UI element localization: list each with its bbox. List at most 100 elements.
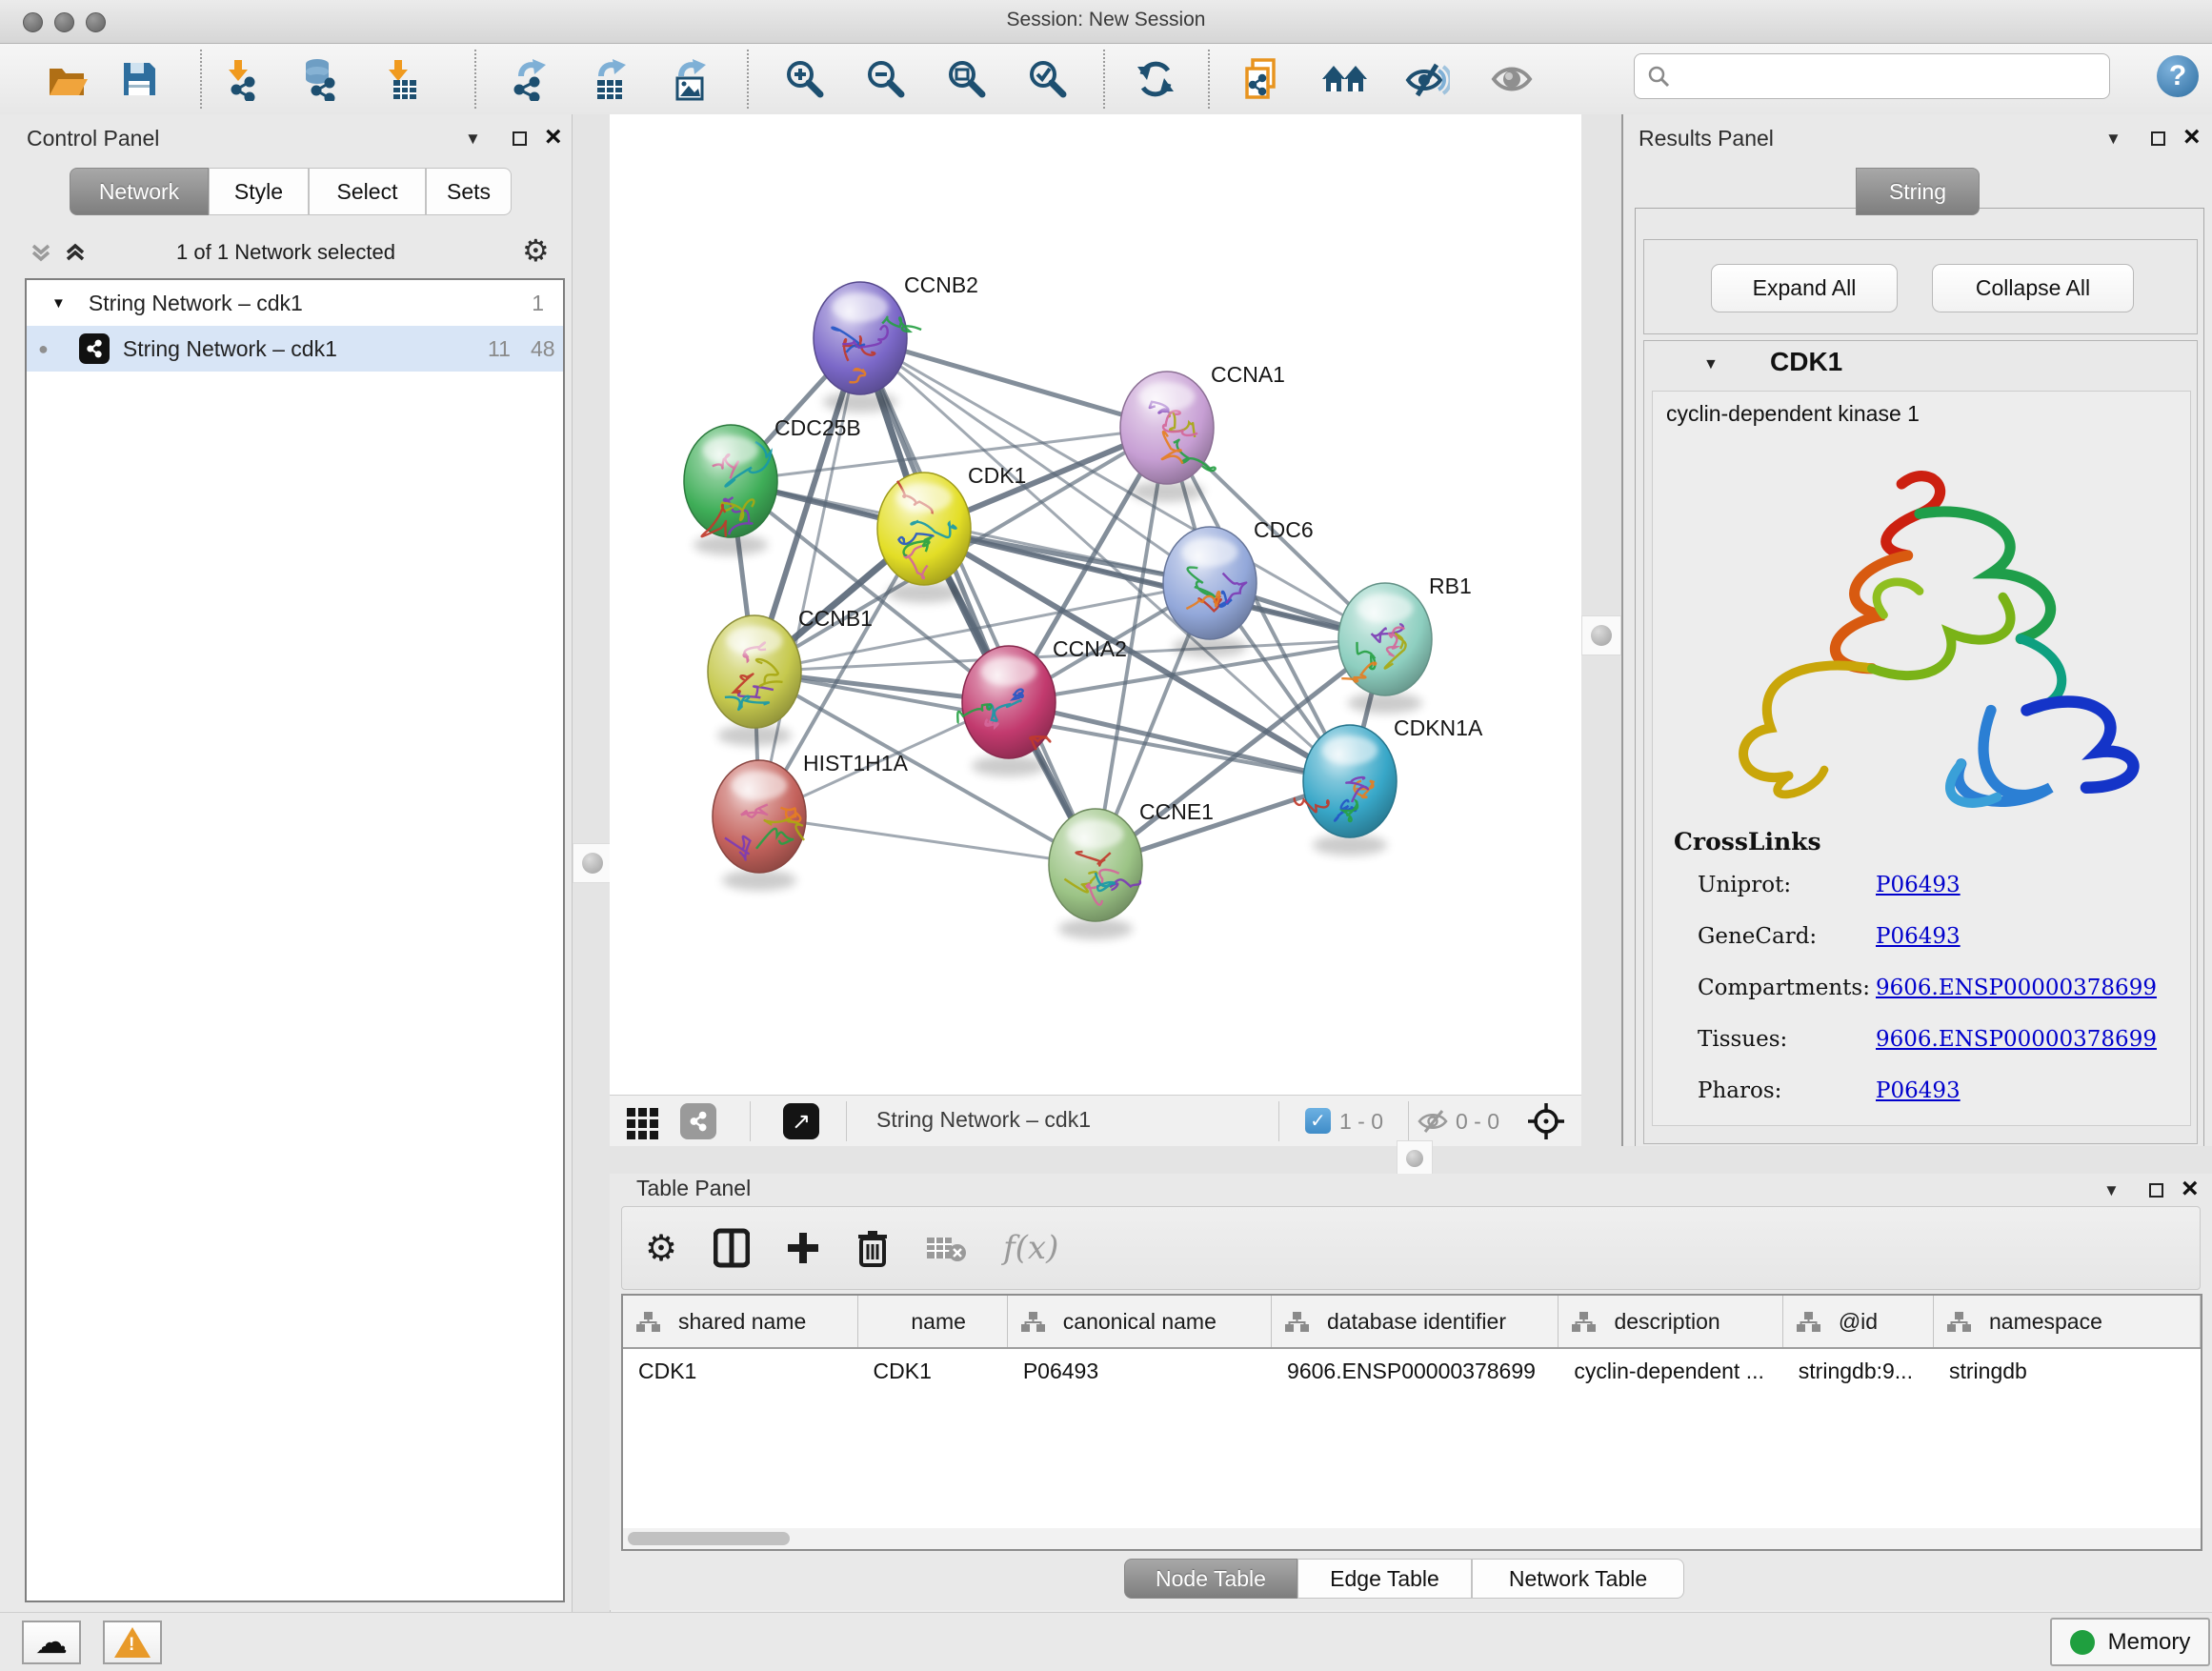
table-cell[interactable]: stringdb:9... bbox=[1783, 1349, 1934, 1393]
cloud-button[interactable]: ☁ bbox=[22, 1621, 81, 1664]
crosslink-link[interactable]: 9606.ENSP00000378699 bbox=[1876, 976, 2157, 1000]
table-cell[interactable]: 9606.ENSP00000378699 bbox=[1272, 1349, 1558, 1393]
column-header-shared-name[interactable]: shared name bbox=[623, 1296, 858, 1347]
zoom-out-icon[interactable] bbox=[859, 50, 913, 108]
left-splitter[interactable] bbox=[573, 114, 611, 1612]
show-columns-icon[interactable] bbox=[714, 1228, 750, 1268]
network-node-cdk1[interactable] bbox=[877, 473, 971, 585]
export-network-icon[interactable] bbox=[503, 50, 556, 108]
network-edge[interactable] bbox=[759, 816, 1096, 865]
tab-style[interactable]: Style bbox=[209, 168, 309, 215]
horizontal-splitter-handle[interactable] bbox=[1397, 1140, 1433, 1177]
table-cell[interactable]: cyclin-dependent ... bbox=[1558, 1349, 1782, 1393]
network-node-ccnb1[interactable] bbox=[708, 615, 801, 728]
crosslink-link[interactable]: P06493 bbox=[1876, 873, 1961, 897]
create-column-plus-icon[interactable] bbox=[786, 1231, 820, 1265]
network-node-ccna1[interactable] bbox=[1120, 372, 1216, 484]
tab-select[interactable]: Select bbox=[309, 168, 426, 215]
birds-eye-view-icon[interactable]: ↗ bbox=[783, 1103, 819, 1139]
panel-float-icon[interactable] bbox=[2151, 131, 2165, 146]
network-edge[interactable] bbox=[860, 338, 1096, 865]
export-table-icon[interactable] bbox=[583, 50, 636, 108]
zoom-in-icon[interactable] bbox=[778, 50, 832, 108]
import-table-icon[interactable] bbox=[373, 50, 427, 108]
search-input[interactable] bbox=[1671, 63, 2084, 90]
column-header-name[interactable]: name bbox=[858, 1296, 1008, 1347]
network-node-ccna2[interactable] bbox=[957, 646, 1056, 758]
table-options-gear-icon[interactable]: ⚙ bbox=[645, 1227, 677, 1270]
crosslink-link[interactable]: P06493 bbox=[1876, 924, 1961, 949]
tab-string[interactable]: String bbox=[1856, 168, 1980, 215]
horizontal-splitter[interactable] bbox=[610, 1146, 2212, 1174]
import-network-database-icon[interactable] bbox=[292, 50, 346, 108]
table-cell[interactable]: stringdb bbox=[1934, 1349, 2201, 1393]
network-node-hist1h1a[interactable] bbox=[713, 760, 806, 873]
network-node-cdc6[interactable] bbox=[1163, 527, 1257, 639]
panel-menu-caret-icon[interactable]: ▼ bbox=[2105, 130, 2122, 149]
crosslink-link[interactable]: 9606.ENSP00000378699 bbox=[1876, 1027, 2157, 1052]
network-row-selected[interactable]: ● String Network – cdk1 11 48 bbox=[27, 326, 563, 372]
grid-view-icon[interactable] bbox=[627, 1108, 658, 1139]
gene-expander-icon[interactable]: ▼ bbox=[1703, 356, 1719, 373]
scrollbar-thumb[interactable] bbox=[628, 1532, 790, 1545]
collapse-all-button[interactable]: Collapse All bbox=[1932, 264, 2134, 312]
panel-menu-caret-icon[interactable]: ▼ bbox=[465, 130, 481, 149]
panel-float-icon[interactable] bbox=[2149, 1183, 2163, 1198]
crosshair-icon[interactable] bbox=[1526, 1101, 1566, 1141]
column-header-canonical-name[interactable]: canonical name bbox=[1008, 1296, 1272, 1347]
zoom-selected-icon[interactable] bbox=[1021, 50, 1075, 108]
right-splitter[interactable] bbox=[1581, 114, 1621, 1146]
table-row[interactable]: CDK1CDK1P064939606.ENSP00000378699cyclin… bbox=[623, 1349, 2201, 1393]
import-network-icon[interactable] bbox=[213, 50, 267, 108]
tab-network[interactable]: Network bbox=[70, 168, 209, 215]
clone-network-icon[interactable] bbox=[1237, 50, 1290, 108]
search-field[interactable] bbox=[1634, 53, 2110, 99]
houses-icon[interactable] bbox=[1318, 50, 1372, 108]
panel-close-icon[interactable]: × bbox=[2182, 1179, 2199, 1198]
tab-sets[interactable]: Sets bbox=[426, 168, 512, 215]
panel-close-icon[interactable]: × bbox=[545, 128, 562, 147]
warnings-button[interactable]: ! bbox=[103, 1621, 162, 1664]
expand-all-button[interactable]: Expand All bbox=[1711, 264, 1898, 312]
table-cell[interactable]: CDK1 bbox=[858, 1349, 1008, 1393]
tab-network-table[interactable]: Network Table bbox=[1472, 1559, 1684, 1599]
open-session-icon[interactable] bbox=[40, 50, 93, 108]
tree-expander-icon[interactable]: ▼ bbox=[51, 295, 66, 312]
network-options-gear-icon[interactable]: ⚙ bbox=[522, 232, 550, 269]
network-node-cdc25b[interactable] bbox=[684, 425, 777, 537]
network-edge[interactable] bbox=[1009, 702, 1350, 781]
right-splitter-handle[interactable] bbox=[1581, 615, 1621, 655]
panel-close-icon[interactable]: × bbox=[2183, 128, 2201, 147]
delete-column-trash-icon[interactable] bbox=[856, 1229, 889, 1267]
refresh-layout-icon[interactable] bbox=[1129, 50, 1182, 108]
network-collection-row[interactable]: ▼ String Network – cdk1 1 bbox=[27, 280, 563, 326]
hide-unhide-eye-slash-icon[interactable] bbox=[1400, 50, 1454, 108]
network-node-ccne1[interactable] bbox=[1049, 809, 1142, 921]
network-canvas[interactable]: CCNB2CCNA1CDC25BCDK1CDC6RB1CCNB1CCNA2CDK… bbox=[610, 114, 1581, 1096]
string-view-badge-icon[interactable] bbox=[680, 1103, 716, 1139]
network-node-cdkn1a[interactable] bbox=[1295, 725, 1397, 837]
help-button[interactable]: ? bbox=[2157, 55, 2199, 97]
panel-menu-caret-icon[interactable]: ▼ bbox=[2103, 1181, 2120, 1200]
panel-float-icon[interactable] bbox=[513, 131, 527, 146]
horizontal-scrollbar[interactable] bbox=[623, 1528, 2201, 1549]
zoom-fit-icon[interactable] bbox=[940, 50, 994, 108]
tab-edge-table[interactable]: Edge Table bbox=[1297, 1559, 1472, 1599]
left-splitter-handle[interactable] bbox=[573, 843, 613, 883]
hidden-eye-slash-icon[interactable] bbox=[1418, 1109, 1450, 1134]
selected-count-checkbox[interactable]: ✓ bbox=[1305, 1108, 1331, 1134]
eye-icon[interactable] bbox=[1484, 50, 1538, 108]
table-cell[interactable]: CDK1 bbox=[623, 1349, 858, 1393]
table-cell[interactable]: P06493 bbox=[1008, 1349, 1272, 1393]
function-builder-icon[interactable]: f(x) bbox=[1003, 1229, 1058, 1267]
column-header-namespace[interactable]: namespace bbox=[1934, 1296, 2201, 1347]
memory-button[interactable]: Memory bbox=[2050, 1618, 2210, 1666]
column-header-description[interactable]: description bbox=[1558, 1296, 1782, 1347]
export-image-icon[interactable] bbox=[663, 50, 716, 108]
tab-node-table[interactable]: Node Table bbox=[1124, 1559, 1297, 1599]
network-node-rb1[interactable] bbox=[1338, 583, 1432, 695]
delete-table-icon[interactable] bbox=[925, 1232, 967, 1264]
column-header--id[interactable]: @id bbox=[1783, 1296, 1934, 1347]
crosslink-link[interactable]: P06493 bbox=[1876, 1078, 1961, 1103]
save-session-icon[interactable] bbox=[112, 50, 166, 108]
